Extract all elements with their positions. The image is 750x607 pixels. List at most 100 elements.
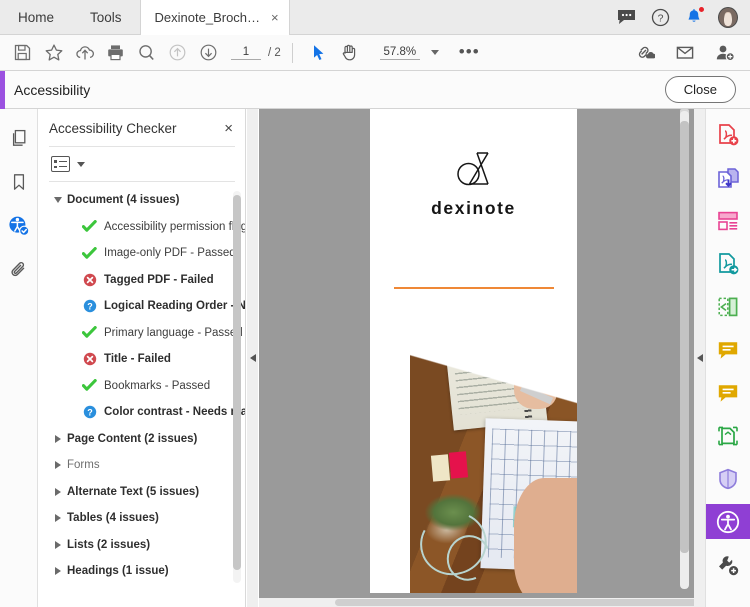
tree-item-label: Color contrast - Needs manu [104, 406, 245, 419]
accessibility-issue-tree[interactable]: Document (4 issues) Accessibility permiss… [39, 182, 245, 580]
architect-desk-photo [410, 305, 577, 593]
document-vertical-scrollbar[interactable] [680, 111, 689, 589]
chevron-glyph [55, 487, 61, 496]
edit-pdf-icon[interactable] [706, 289, 750, 324]
export-pdf-icon[interactable] [706, 246, 750, 281]
tree-item[interactable]: ? Color contrast - Needs manu [39, 399, 245, 426]
combine-files-icon[interactable] [706, 160, 750, 195]
chevron-right-icon[interactable] [49, 567, 67, 576]
print-icon[interactable] [101, 38, 130, 67]
document-hscrollbar-thumb[interactable] [335, 599, 694, 606]
tab-document-label: Dexinote_Brochur... [154, 10, 262, 25]
toolbar-right-group [630, 38, 750, 67]
bell-icon[interactable] [684, 6, 705, 27]
accessibility-banner: Accessibility Close [0, 71, 750, 109]
panel-title: Accessibility Checker [49, 121, 177, 136]
panel-scrollbar[interactable] [233, 191, 241, 583]
tree-item[interactable]: Bookmarks - Passed [39, 373, 245, 400]
protect-icon[interactable] [706, 461, 750, 496]
tree-item-label: Logical Reading Order - Nee [104, 300, 245, 313]
accessibility-checker-icon[interactable] [6, 213, 32, 239]
tree-item[interactable]: ? Logical Reading Order - Nee [39, 293, 245, 320]
bookmarks-icon[interactable] [6, 169, 32, 195]
tree-item[interactable]: Alternate Text (5 issues) [39, 479, 245, 506]
tree-item-label: Image-only PDF - Passed [104, 247, 236, 260]
accessibility-icon[interactable] [705, 504, 750, 539]
collapse-right-panel-handle[interactable] [694, 109, 705, 607]
tree-item[interactable]: Image-only PDF - Passed [39, 240, 245, 267]
cloud-upload-icon[interactable] [70, 38, 99, 67]
star-icon[interactable] [39, 38, 68, 67]
document-scrollbar-thumb[interactable] [680, 121, 689, 553]
tree-item-label: Tables (4 issues) [67, 512, 159, 525]
tree-item-label: Headings (1 issue) [67, 565, 169, 578]
fill-sign-icon[interactable] [706, 375, 750, 410]
tab-tools[interactable]: Tools [72, 0, 140, 35]
toolbar-left-group: / 2 57.8% ••• [0, 38, 480, 67]
collapse-left-panel-handle[interactable] [247, 109, 258, 607]
next-page-icon[interactable] [194, 38, 223, 67]
tree-item[interactable]: Tagged PDF - Failed [39, 267, 245, 294]
chevron-right-icon[interactable] [49, 461, 67, 470]
help-icon[interactable]: ? [650, 7, 670, 27]
tree-item[interactable]: Title - Failed [39, 346, 245, 373]
close-icon[interactable]: × [271, 11, 279, 24]
previous-page-icon[interactable] [163, 38, 192, 67]
scan-ocr-icon[interactable] [706, 418, 750, 453]
tab-bar: Home Tools Dexinote_Brochur... × ? [0, 0, 750, 35]
chevron-down-icon[interactable] [77, 161, 85, 167]
tab-bar-spacer [290, 0, 616, 34]
tree-item[interactable]: Page Content (2 issues) [39, 426, 245, 453]
tree-item[interactable]: Lists (2 issues) [39, 532, 245, 559]
share-link-icon[interactable] [630, 38, 659, 67]
chevron-glyph [55, 540, 61, 549]
tree-item[interactable]: Accessibility permission flag - [39, 214, 245, 241]
chevron-right-icon[interactable] [49, 487, 67, 496]
close-button[interactable]: Close [664, 76, 736, 103]
brand-logo-group: dexinote [370, 147, 577, 219]
add-person-icon[interactable] [710, 38, 739, 67]
organize-pages-icon[interactable] [706, 203, 750, 238]
zoom-level-value[interactable]: 57.8% [379, 46, 420, 60]
comment-pdf-icon[interactable] [706, 332, 750, 367]
list-options-icon[interactable] [51, 156, 70, 172]
tab-document[interactable]: Dexinote_Brochur... × [139, 0, 290, 35]
page-number-input[interactable] [231, 45, 261, 60]
document-horizontal-scrollbar[interactable] [259, 598, 694, 607]
panel-toolbar [39, 147, 245, 181]
tab-home[interactable]: Home [0, 0, 72, 35]
tab-tools-label: Tools [90, 10, 122, 25]
email-icon[interactable] [670, 38, 699, 67]
tree-item[interactable]: Primary language - Passed [39, 320, 245, 347]
search-icon[interactable] [132, 38, 161, 67]
tree-item[interactable]: Headings (1 issue) [39, 558, 245, 580]
close-icon[interactable]: × [224, 121, 233, 136]
chevron-down-icon[interactable] [430, 50, 439, 55]
left-navigation-rail [0, 109, 38, 607]
select-cursor-icon[interactable] [304, 38, 333, 67]
tree-item[interactable]: Document (4 issues) [39, 187, 245, 214]
tree-item[interactable]: Forms [39, 452, 245, 479]
hand-icon[interactable] [335, 38, 364, 67]
attachments-icon[interactable] [6, 257, 32, 283]
more-tools-icon[interactable] [706, 547, 750, 582]
chevron-down-icon[interactable] [49, 197, 67, 204]
create-pdf-icon[interactable] [706, 117, 750, 152]
chevron-right-icon[interactable] [49, 434, 67, 443]
panel-scrollbar-thumb[interactable] [233, 195, 241, 570]
document-viewport[interactable]: dexinote [259, 109, 694, 607]
pdf-reader-window: Home Tools Dexinote_Brochur... × ? 1 / 2… [0, 0, 750, 607]
comment-icon[interactable] [616, 7, 636, 27]
tree-item-label: Primary language - Passed [104, 326, 243, 339]
more-tools-button[interactable]: ••• [459, 43, 480, 60]
chevron-right-icon[interactable] [49, 540, 67, 549]
accessibility-banner-title: Accessibility [14, 81, 91, 98]
chevron-right-icon[interactable] [49, 514, 67, 523]
chevron-left-icon [249, 354, 256, 362]
panel-header: Accessibility Checker × [39, 109, 245, 146]
page-thumbnails-icon[interactable] [6, 125, 32, 151]
save-icon[interactable] [8, 38, 37, 67]
avatar[interactable] [718, 6, 738, 28]
tree-item[interactable]: Tables (4 issues) [39, 505, 245, 532]
page-total-label: / 2 [268, 46, 281, 59]
